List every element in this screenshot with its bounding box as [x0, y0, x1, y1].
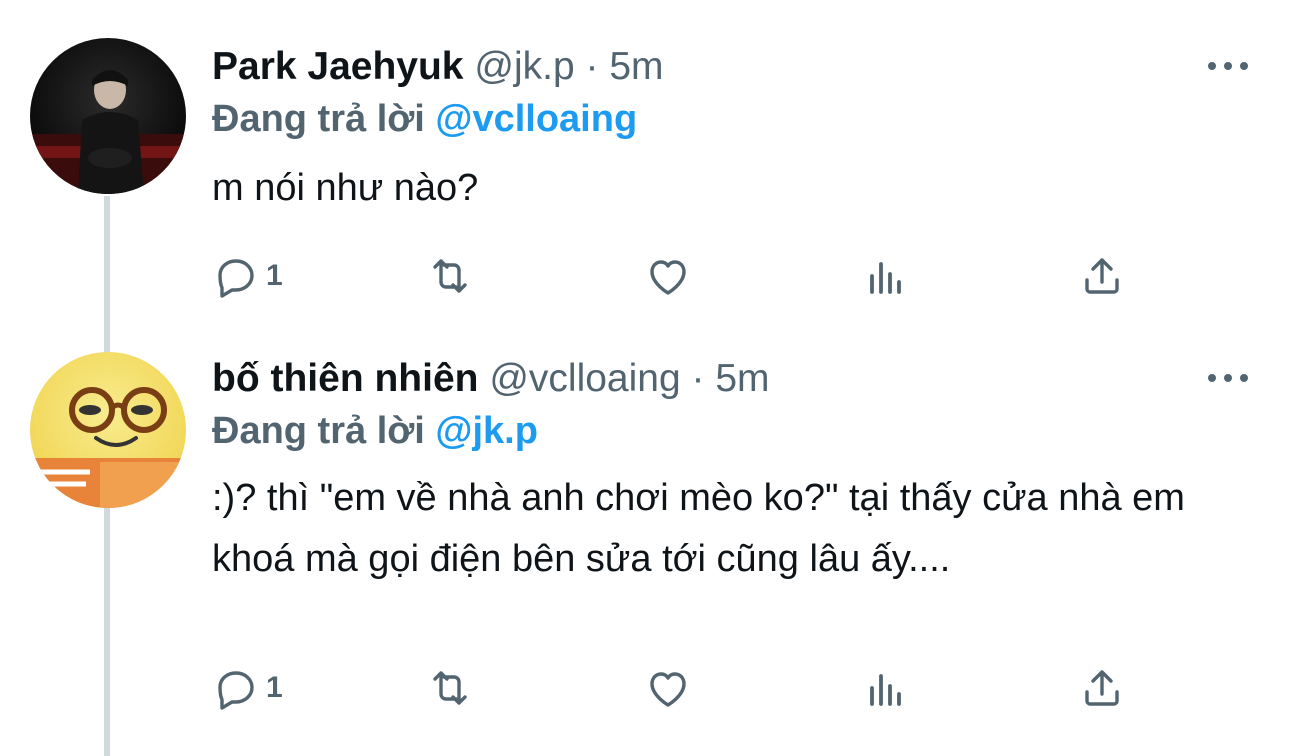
avatar[interactable]: [30, 38, 186, 194]
replying-mention-link[interactable]: @jk.p: [435, 410, 538, 452]
more-options-icon[interactable]: [1208, 370, 1248, 386]
views-icon: [870, 262, 901, 294]
tweet-text: m nói như nào?: [212, 167, 479, 209]
tweet-header: bố thiên nhiên @vclloaing · 5m: [212, 359, 770, 398]
replying-label: Đang trả lời: [212, 410, 425, 452]
tweet[interactable]: Park Jaehyuk @jk.p · 5m Đang trả lời @vc…: [0, 0, 1290, 340]
views-button[interactable]: [862, 664, 910, 712]
like-icon: [650, 260, 686, 295]
display-name[interactable]: bố thiên nhiên: [212, 357, 478, 400]
reply-count: 1: [266, 671, 283, 704]
share-button[interactable]: [1078, 664, 1126, 712]
timestamp[interactable]: 5m: [609, 45, 663, 88]
reply-button[interactable]: 1: [212, 252, 283, 300]
like-button[interactable]: [644, 664, 692, 712]
views-icon: [870, 674, 901, 706]
tweet-header: Park Jaehyuk @jk.p · 5m: [212, 47, 664, 86]
reply-icon: [218, 671, 254, 710]
tweet-actions: 1: [212, 664, 1132, 712]
replying-mention-link[interactable]: @vclloaing: [435, 98, 637, 140]
avatar[interactable]: [30, 352, 186, 508]
like-icon: [650, 672, 686, 707]
separator-dot: ·: [585, 45, 599, 88]
tweet[interactable]: bố thiên nhiên @vclloaing · 5m Đang trả …: [0, 340, 1290, 755]
views-button[interactable]: [862, 252, 910, 300]
retweet-button[interactable]: [426, 252, 474, 300]
reply-icon: [218, 259, 254, 298]
replying-to: Đang trả lời @vclloaing: [212, 100, 637, 138]
retweet-icon: [433, 259, 467, 293]
reply-button[interactable]: 1: [212, 664, 283, 712]
share-icon: [1085, 258, 1119, 294]
replying-label: Đang trả lời: [212, 98, 425, 140]
display-name[interactable]: Park Jaehyuk: [212, 45, 464, 88]
like-button[interactable]: [644, 252, 692, 300]
tweet-actions: 1: [212, 252, 1132, 300]
user-handle[interactable]: @vclloaing: [489, 357, 680, 400]
more-options-icon[interactable]: [1208, 58, 1248, 74]
retweet-icon: [433, 671, 467, 705]
replying-to: Đang trả lời @jk.p: [212, 412, 538, 450]
user-handle[interactable]: @jk.p: [474, 45, 574, 88]
share-button[interactable]: [1078, 252, 1126, 300]
retweet-button[interactable]: [426, 664, 474, 712]
share-icon: [1085, 670, 1119, 706]
timestamp[interactable]: 5m: [715, 357, 769, 400]
separator-dot: ·: [691, 357, 705, 400]
reply-count: 1: [266, 259, 283, 292]
tweet-text: :)? thì "em về nhà anh chơi mèo ko?" tại…: [212, 477, 1185, 580]
